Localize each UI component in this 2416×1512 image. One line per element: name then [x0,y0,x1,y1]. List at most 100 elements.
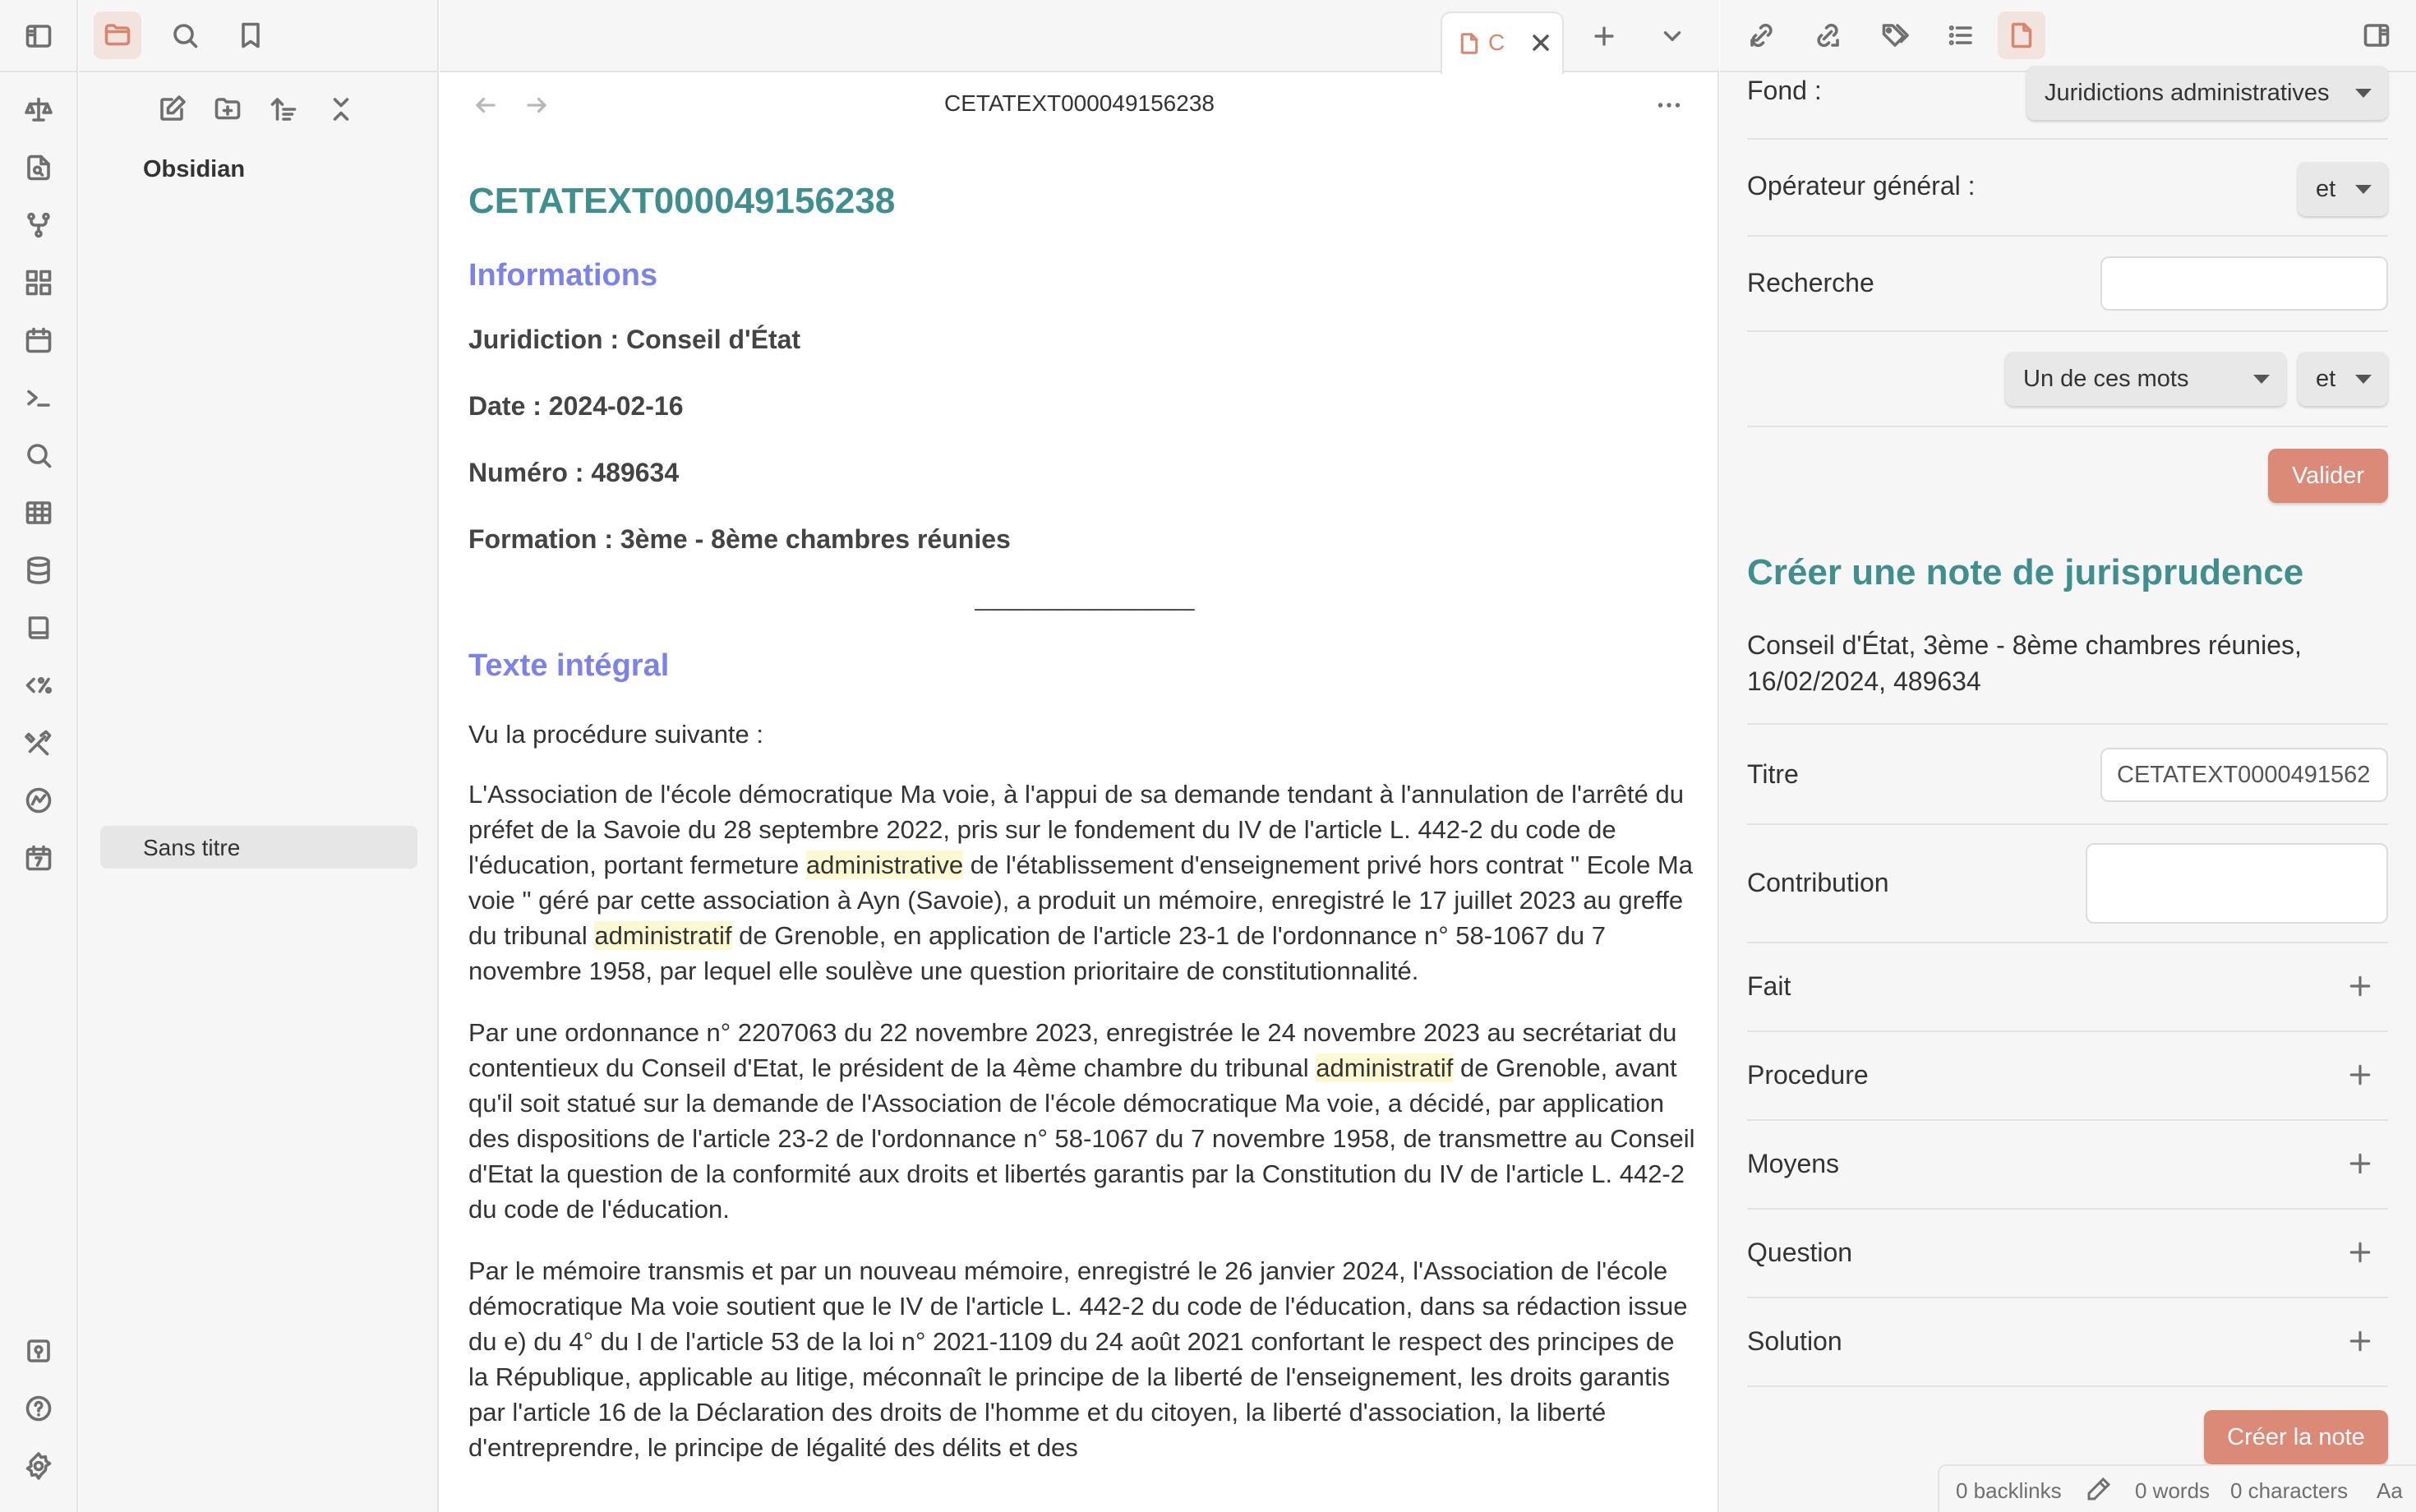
calendar-day-icon[interactable] [22,841,55,874]
texte-integral-heading: Texte intégral [468,648,670,683]
title-row: Titre CETATEXT0000491562 [1747,723,2388,825]
tags-icon[interactable] [1871,12,1919,59]
help-icon[interactable] [22,1392,55,1425]
match-mode-row: Un de ces mots et [1747,332,2388,427]
section-question[interactable]: Question [1747,1210,2388,1298]
outline-list-icon[interactable] [1937,12,1985,59]
view-title[interactable]: CETATEXT000049156238 [440,90,1719,117]
pencil-icon[interactable] [2086,1476,2112,1508]
tab-active-note[interactable]: C [1441,12,1564,74]
database-icon[interactable] [22,554,55,587]
fond-label: Fond : [1747,76,1822,105]
backlinks-count[interactable]: 0 backlinks [1956,1478,2062,1504]
paragraph-intro: Vu la procédure suivante : [468,720,764,749]
terminal-icon[interactable] [22,381,55,414]
juridiction-line: Juridiction : Conseil d'État [468,325,801,354]
search-highlight: administratif [594,921,732,950]
vault-switcher-icon[interactable] [22,1335,55,1367]
numero-line: Numéro : 489634 [468,458,680,487]
git-fork-icon[interactable] [22,209,55,242]
plus-icon[interactable] [2347,1062,2373,1088]
search-label: Recherche [1747,268,1874,297]
date-line: Date : 2024-02-16 [468,391,684,421]
section-procedure[interactable]: Procedure [1747,1032,2388,1121]
note-content: CETATEXT000049156238 Informations Juridi… [468,181,1701,1491]
new-tab-icon[interactable] [1586,18,1622,54]
tools-icon[interactable] [22,726,55,759]
folder-icon[interactable] [94,12,141,59]
book-icon[interactable] [22,611,55,644]
backlinks-icon[interactable] [1738,12,1786,59]
section-label: Question [1747,1238,1853,1267]
tab-title: C [1488,30,1505,55]
section-label: Moyens [1747,1149,1840,1178]
formation-line: Formation : 3ème - 8ème chambres réunies [468,524,1011,554]
font-toggle[interactable]: Aa [2377,1478,2403,1504]
search-icon[interactable] [161,12,209,59]
file-search-icon[interactable] [22,151,55,184]
chevron-down-icon[interactable] [1654,18,1690,54]
table-icon[interactable] [22,496,55,529]
file-icon[interactable] [1998,12,2045,59]
file-item[interactable]: Sans titre [100,826,417,869]
operator-select-value: et [2316,176,2336,202]
search-row: Recherche [1747,237,2388,332]
layout-grid-icon[interactable] [22,266,55,299]
plus-icon[interactable] [2347,973,2373,999]
plus-icon[interactable] [2347,1328,2373,1354]
paragraph: Par le mémoire transmis et par un nouvea… [468,1256,1688,1462]
match-mode-select[interactable]: Un de ces mots [2005,352,2286,406]
collapse-all-icon[interactable] [322,90,360,128]
file-explorer: Obsidian Sans titre [79,0,439,1512]
section-solution[interactable]: Solution [1747,1298,2388,1387]
contribution-label: Contribution [1747,868,1889,897]
vault-name[interactable]: Obsidian [143,156,245,183]
plus-icon[interactable] [2347,1239,2373,1265]
fond-row: Fond : Juridictions administratives [1747,66,2388,140]
section-label: Solution [1747,1326,1842,1356]
separator: ________________ [975,584,1195,611]
search-input[interactable] [2100,256,2388,311]
contribution-row: Contribution [1747,825,2388,943]
editor-pane: C CETATEXT000049156238 CETATEXT000049156… [440,0,1719,1512]
match-operator-select[interactable]: et [2298,352,2388,406]
new-folder-icon[interactable] [209,90,247,128]
search-icon[interactable] [22,439,55,472]
scale-balance-icon[interactable] [22,94,55,127]
bookmark-icon[interactable] [227,12,274,59]
contribution-textarea[interactable] [2086,843,2388,924]
sort-icon[interactable] [265,90,302,128]
settings-icon[interactable] [22,1450,55,1482]
toggle-left-sidebar-icon[interactable] [22,20,55,53]
search-highlight: administrative [805,850,964,879]
section-moyens[interactable]: Moyens [1747,1121,2388,1210]
new-note-icon[interactable] [153,90,191,128]
more-options-icon[interactable] [1654,90,1687,123]
caret-down-icon [2253,375,2270,384]
calendar-icon[interactable] [22,324,55,357]
outgoing-links-icon[interactable] [1804,12,1851,59]
left-ribbon [0,0,78,1512]
templater-icon[interactable] [22,669,55,702]
create-note-button[interactable]: Créer la note [2204,1410,2388,1464]
view-header: CETATEXT000049156238 [440,74,1719,136]
gauge-icon[interactable] [22,784,55,817]
file-item-label: Sans titre [143,835,241,860]
fond-select[interactable]: Juridictions administratives [2026,66,2388,120]
match-mode-value: Un de ces mots [2023,366,2189,392]
section-label: Procedure [1747,1060,1869,1090]
character-count: 0 characters [2230,1478,2349,1503]
match-operator-value: et [2316,366,2336,392]
toggle-right-sidebar-icon[interactable] [2353,12,2400,59]
caret-down-icon [2355,375,2372,384]
tab-bar: C [440,0,1719,74]
caret-down-icon [2355,89,2372,98]
title-input[interactable]: CETATEXT0000491562 [2100,748,2388,802]
note-title: CETATEXT000049156238 [468,181,896,221]
valider-button[interactable]: Valider [2268,449,2388,503]
section-fait[interactable]: Fait [1747,943,2388,1032]
plus-icon[interactable] [2347,1150,2373,1177]
operator-select[interactable]: et [2298,162,2388,216]
title-label: Titre [1747,759,1799,789]
close-icon[interactable] [1528,30,1554,56]
